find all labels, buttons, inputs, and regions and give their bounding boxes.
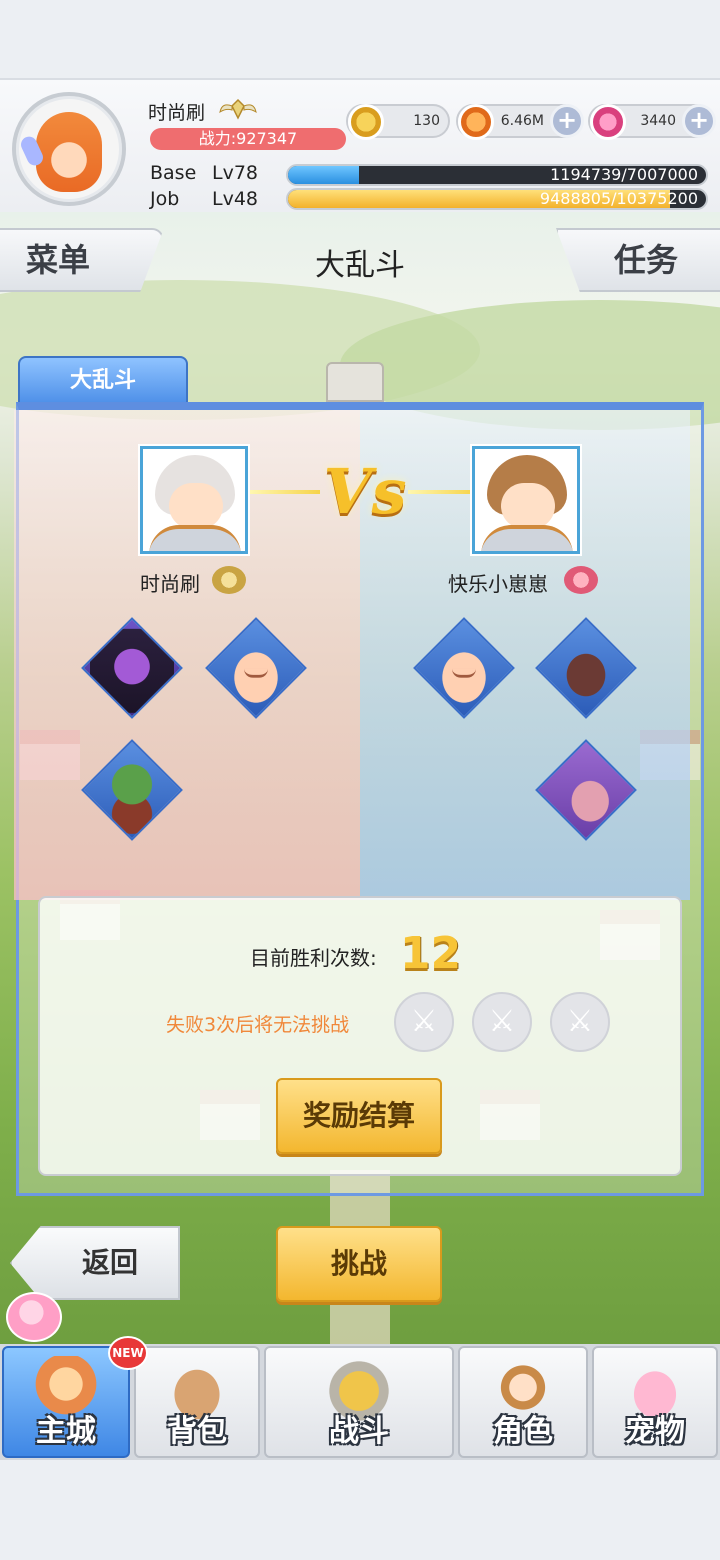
bottom-nav: 主城 背包 战斗 角色 宠物 — [0, 1344, 720, 1460]
crossed-swords-icon: ⚔ — [472, 992, 532, 1052]
loss-warning: 失败3次后将无法挑战 — [166, 1014, 350, 1036]
job-level-value: Lv48 — [212, 188, 259, 210]
gold-coin-icon — [458, 104, 494, 140]
job-exp-bar: 9488805/10375200 — [286, 188, 708, 210]
nav-backpack[interactable]: 背包 — [134, 1346, 260, 1458]
player-fighter-name: 时尚刷 — [140, 572, 200, 596]
player-fighter-portrait — [140, 446, 248, 554]
gold-value: 6.46M — [500, 113, 544, 129]
menu-button[interactable]: 菜单 — [0, 228, 164, 292]
gem-value: 3440 — [640, 113, 676, 129]
zeny-value: 130 — [413, 113, 440, 129]
vs-emblem: Vs — [323, 455, 407, 528]
zeny-counter: 130 — [346, 104, 450, 140]
castle-tower-decoration — [326, 362, 384, 402]
page-title: 大乱斗 — [315, 248, 405, 283]
nav-label: 战斗 — [329, 1414, 389, 1449]
base-exp-fill — [288, 166, 360, 184]
player-avatar[interactable] — [12, 92, 126, 206]
nav-label: 宠物 — [625, 1414, 685, 1449]
reward-settlement-button[interactable]: 奖励结算 — [276, 1078, 442, 1154]
new-badge: NEW — [108, 1336, 148, 1370]
add-gem-button[interactable]: + — [682, 104, 716, 138]
base-level-label: Base — [150, 162, 197, 184]
opponent-medal-icon — [564, 566, 598, 594]
nav-character[interactable]: 角色 — [458, 1346, 588, 1458]
avatar-face-icon — [36, 112, 102, 192]
player-name: 时尚刷 — [148, 102, 206, 124]
base-exp-bar: 1194739/7007000 — [286, 164, 708, 186]
opponent-fighter-name: 快乐小崽崽 — [448, 572, 548, 596]
nav-label: 角色 — [493, 1414, 553, 1449]
nav-pet[interactable]: 宠物 — [592, 1346, 718, 1458]
crossed-swords-icon: ⚔ — [550, 992, 610, 1052]
wins-label: 目前胜利次数: — [250, 946, 377, 970]
page-header: 菜单 大乱斗 任务 — [0, 228, 720, 294]
floating-pet-icon[interactable] — [6, 1292, 62, 1342]
job-level-label: Job — [150, 188, 180, 210]
gem-counter: 3440 + — [588, 104, 716, 140]
wins-count: 12 — [400, 928, 462, 979]
gold-counter: 6.46M + — [456, 104, 584, 140]
rank-wings-icon — [219, 98, 257, 120]
crossed-swords-icon: ⚔ — [394, 992, 454, 1052]
tab-brawl[interactable]: 大乱斗 — [18, 356, 188, 404]
add-gold-button[interactable]: + — [550, 104, 584, 138]
base-level-value: Lv78 — [212, 162, 259, 184]
task-button[interactable]: 任务 — [556, 228, 720, 292]
gem-icon — [590, 104, 626, 140]
zeny-coin-icon — [348, 104, 384, 140]
nav-label: 背包 — [167, 1414, 227, 1449]
opponent-fighter-portrait — [472, 446, 580, 554]
nav-battle[interactable]: 战斗 — [264, 1346, 454, 1458]
base-exp-text: 1194739/7007000 — [550, 165, 698, 184]
job-exp-text: 9488805/10375200 — [539, 189, 698, 208]
challenge-button[interactable]: 挑战 — [276, 1226, 442, 1302]
nav-label: 主城 — [36, 1414, 96, 1449]
player-status-bar: 时尚刷 战力:927347 130 6.46M + 3440 + Base Lv… — [0, 78, 720, 212]
back-button[interactable]: 返回 — [10, 1226, 180, 1300]
combat-power-badge: 战力:927347 — [150, 128, 346, 150]
player-medal-icon — [212, 566, 246, 594]
